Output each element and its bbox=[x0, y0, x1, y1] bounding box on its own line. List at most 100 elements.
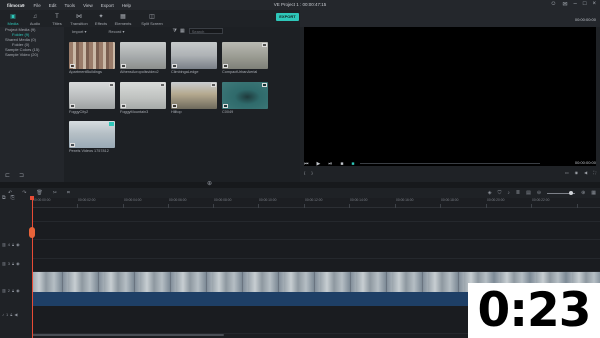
next-frame-icon[interactable]: ■ bbox=[351, 161, 354, 167]
clip-thumbnail[interactable] bbox=[222, 82, 268, 109]
menu-edit[interactable]: Edit bbox=[49, 3, 57, 8]
media-clip[interactable]: FoggyMountain3 bbox=[120, 82, 166, 116]
render-icon[interactable]: ◈ bbox=[488, 190, 492, 196]
chevron-down-icon[interactable]: ▾ bbox=[121, 29, 124, 34]
fullscreen-icon[interactable]: ⛶ bbox=[593, 170, 596, 175]
eye-icon[interactable]: ◉ bbox=[16, 242, 20, 247]
lock-icon[interactable]: 🔒︎ bbox=[10, 312, 12, 317]
lock-icon[interactable]: 🔒︎ bbox=[12, 242, 14, 247]
snapshot-icon[interactable]: ◉ bbox=[575, 170, 579, 175]
tree-sample-video[interactable]: Sample Video (20) bbox=[0, 52, 64, 57]
playback-controls: ⏮ ▶ ⏯ ■ ■ bbox=[304, 158, 596, 170]
tab-split-screen[interactable]: ◫ Split Screen bbox=[134, 14, 170, 27]
delete-folder-icon[interactable]: ⊐ bbox=[19, 172, 24, 179]
playhead-handle[interactable] bbox=[29, 227, 35, 238]
tab-effects[interactable]: ✦ Effects bbox=[90, 14, 112, 27]
timeline-ruler[interactable]: 00:00:00:00 00:00:02:00 00:00:04:00 00:0… bbox=[32, 198, 600, 208]
clip-thumbnail[interactable] bbox=[69, 42, 115, 69]
mic-icon[interactable]: ♪ bbox=[507, 190, 510, 196]
tab-media[interactable]: ▣ Media bbox=[2, 14, 24, 27]
timeline-scrollbar[interactable] bbox=[32, 334, 224, 336]
zoom-handle[interactable] bbox=[569, 191, 574, 195]
previous-frame-icon[interactable]: ⏮ bbox=[304, 161, 309, 167]
eye-icon[interactable]: ◉ bbox=[16, 288, 20, 293]
mark-in-icon[interactable]: { bbox=[304, 170, 305, 175]
speaker-icon[interactable]: ◀ bbox=[14, 312, 17, 317]
display-icon[interactable]: ▭ bbox=[565, 170, 569, 175]
media-clip[interactable]: ClimbingaLedge bbox=[171, 42, 217, 76]
media-clip[interactable]: FoggyCity2 bbox=[69, 82, 115, 116]
menu-tools[interactable]: Tools bbox=[65, 3, 76, 8]
marker-icon[interactable]: ⛉ bbox=[498, 190, 502, 196]
clip-frame-divider bbox=[242, 272, 243, 292]
maximize-icon[interactable]: □ bbox=[583, 1, 587, 8]
media-clip[interactable]: CompactUrbanAerial bbox=[222, 42, 268, 76]
clip-thumbnail[interactable] bbox=[222, 42, 268, 69]
media-clip[interactable]: ApartmentBuildings bbox=[69, 42, 115, 76]
menu-file[interactable]: File bbox=[34, 3, 41, 8]
tab-titles[interactable]: T Titles bbox=[46, 14, 68, 27]
crop-icon[interactable]: ⌗ bbox=[67, 190, 70, 196]
playhead[interactable] bbox=[32, 198, 33, 338]
clip-thumbnail[interactable] bbox=[120, 42, 166, 69]
clip-thumbnail[interactable] bbox=[120, 82, 166, 109]
chevron-down-icon[interactable]: ▾ bbox=[83, 29, 86, 34]
zoom-in-icon[interactable]: ⊕ bbox=[581, 190, 585, 196]
delete-icon[interactable]: 🗑 bbox=[36, 190, 42, 196]
search-input[interactable]: Search bbox=[188, 28, 223, 34]
clip-name: ApartmentBuildings bbox=[69, 70, 102, 74]
link-icon[interactable]: ⎘ bbox=[11, 195, 15, 201]
mark-out-icon[interactable]: } bbox=[311, 170, 312, 175]
eye-icon[interactable]: ◉ bbox=[16, 261, 20, 266]
clip-thumbnail[interactable] bbox=[69, 121, 115, 148]
mixer-icon[interactable]: ≣ bbox=[516, 190, 520, 196]
resize-grip-icon[interactable]: ⊕ bbox=[207, 180, 212, 187]
fit-icon[interactable]: ▦ bbox=[591, 190, 596, 196]
clip-thumbnail[interactable] bbox=[171, 82, 217, 109]
stop-icon[interactable]: ■ bbox=[340, 161, 343, 167]
add-track-icon[interactable]: ⧉ bbox=[2, 195, 6, 201]
media-clip[interactable]: Hilltop bbox=[171, 82, 217, 116]
play-icon[interactable]: ▶ bbox=[317, 161, 321, 167]
play-pause-icon[interactable]: ⏯ bbox=[328, 161, 332, 167]
preview-panel: 00:00:00:00 ⏮ ▶ ⏯ ■ ■ 00:00:00:00 { } ▭ … bbox=[300, 10, 600, 182]
menu-view[interactable]: View bbox=[83, 3, 93, 8]
media-clip[interactable]: C0049 bbox=[222, 82, 268, 116]
tab-elements[interactable]: ▦ Elements bbox=[112, 14, 134, 27]
grid-view-icon[interactable]: ▦ bbox=[180, 28, 185, 34]
lock-icon[interactable]: 🔒︎ bbox=[12, 261, 14, 266]
menu-export[interactable]: Export bbox=[101, 3, 114, 8]
mail-icon[interactable]: ✉ bbox=[562, 1, 567, 8]
lock-icon[interactable]: 🔒︎ bbox=[12, 288, 14, 293]
new-folder-icon[interactable]: ⊏ bbox=[5, 172, 10, 179]
tab-audio[interactable]: ♫ Audio bbox=[24, 14, 46, 27]
close-icon[interactable]: × bbox=[592, 1, 596, 8]
media-clip[interactable]: AthensAcropolisvideo2 bbox=[120, 42, 166, 76]
export-button[interactable]: EXPORT bbox=[276, 13, 299, 21]
clip-frame-divider bbox=[278, 272, 279, 292]
preview-screen[interactable] bbox=[304, 27, 596, 166]
media-toolbar: Import ▾ Record ▾ ⧩ ▦ Search bbox=[64, 27, 300, 35]
clip-thumbnail[interactable] bbox=[69, 82, 115, 109]
menu-help[interactable]: Help bbox=[122, 3, 131, 8]
zoom-slider[interactable] bbox=[547, 191, 576, 195]
volume-icon[interactable]: ◀ bbox=[584, 170, 587, 175]
ruler-label: 00:00:00:00 bbox=[33, 198, 51, 202]
media-clip[interactable]: Pexels Videos 1757812 bbox=[69, 121, 115, 155]
clip-thumbnail[interactable] bbox=[171, 42, 217, 69]
cut-icon[interactable]: ✂ bbox=[53, 190, 57, 196]
zoom-out-icon[interactable]: ⊖ bbox=[537, 190, 541, 196]
playhead-marker[interactable] bbox=[30, 196, 34, 200]
filter-icon[interactable]: ⧩ bbox=[173, 28, 177, 34]
redo-icon[interactable]: ↷ bbox=[22, 190, 26, 196]
edit-tools: ↶ ↷ 🗑 ✂ ⌗ bbox=[8, 190, 70, 196]
account-icon[interactable]: ☺ bbox=[550, 1, 556, 8]
track-3[interactable] bbox=[32, 240, 600, 259]
minimize-icon[interactable]: – bbox=[574, 1, 577, 8]
track-4[interactable] bbox=[32, 222, 600, 240]
import-dropdown[interactable]: Import bbox=[72, 29, 83, 34]
snapshot-tl-icon[interactable]: ▤ bbox=[526, 190, 531, 196]
record-dropdown[interactable]: Record bbox=[108, 29, 121, 34]
tab-transition[interactable]: ⋈ Transition bbox=[68, 14, 90, 27]
ruler-label: 00:00:16:00 bbox=[396, 198, 414, 202]
